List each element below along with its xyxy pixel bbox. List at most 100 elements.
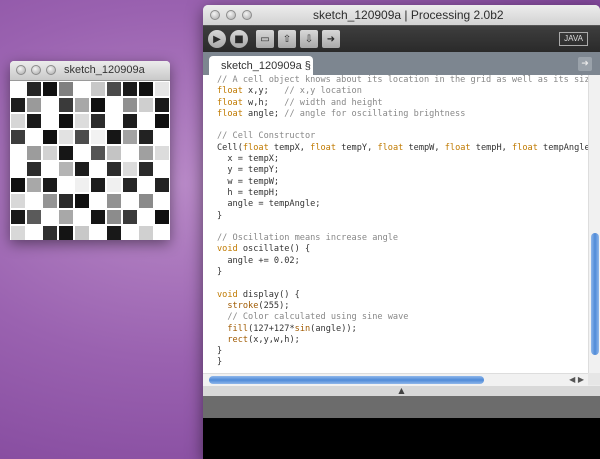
grid-cell: [74, 177, 90, 193]
code-line[interactable]: void oscillate() {: [203, 244, 588, 255]
export-button[interactable]: ➜: [322, 30, 340, 48]
grid-cell: [58, 209, 74, 225]
sketch-window: sketch_120909a: [10, 61, 170, 240]
scroll-arrows[interactable]: ◀ ▶: [569, 374, 584, 386]
zoom-icon[interactable]: [46, 65, 56, 75]
close-icon[interactable]: [210, 10, 220, 20]
grid-cell: [138, 177, 154, 193]
grid-cell: [74, 225, 90, 240]
scroll-corner: [588, 373, 600, 385]
code-line[interactable]: float w,h; // width and height: [203, 98, 588, 109]
grid-cell: [26, 193, 42, 209]
grid-cell: [154, 161, 170, 177]
grid-cell: [154, 129, 170, 145]
grid-cell: [106, 81, 122, 97]
grid-cell: [138, 129, 154, 145]
grid-cell: [42, 177, 58, 193]
code-editor[interactable]: // A cell object knows about its locatio…: [203, 75, 588, 373]
grid-cell: [10, 161, 26, 177]
stop-button[interactable]: ■: [230, 30, 248, 48]
sketch-titlebar[interactable]: sketch_120909a: [10, 61, 170, 81]
open-button[interactable]: ⇧: [278, 30, 296, 48]
sketch-canvas[interactable]: [10, 81, 170, 240]
code-line[interactable]: // Cell Constructor: [203, 131, 588, 142]
grid-cell: [58, 113, 74, 129]
grid-cell: [58, 161, 74, 177]
save-arrow-icon: ⇩: [304, 33, 314, 45]
scroll-left-icon[interactable]: ◀: [569, 375, 575, 384]
code-line[interactable]: rect(x,y,w,h);: [203, 335, 588, 346]
minimize-icon[interactable]: [226, 10, 236, 20]
grid-cell: [122, 177, 138, 193]
close-icon[interactable]: [16, 65, 26, 75]
code-line[interactable]: angle = tempAngle;: [203, 199, 588, 210]
code-line[interactable]: // Color calculated using sine wave: [203, 312, 588, 323]
code-line[interactable]: float angle; // angle for oscillating br…: [203, 109, 588, 120]
grid-cell: [122, 225, 138, 240]
code-line[interactable]: fill(127+127*sin(angle));: [203, 324, 588, 335]
code-line[interactable]: }: [203, 267, 588, 278]
code-line[interactable]: h = tempH;: [203, 188, 588, 199]
grid-cell: [42, 161, 58, 177]
code-line[interactable]: x = tempX;: [203, 154, 588, 165]
grid-cell: [74, 81, 90, 97]
code-line[interactable]: }: [203, 346, 588, 357]
grid-cell: [42, 145, 58, 161]
console-area[interactable]: [203, 418, 600, 459]
code-line[interactable]: [203, 222, 588, 233]
grid-cell: [138, 113, 154, 129]
arrow-right-icon: ➜: [581, 59, 589, 69]
scroll-right-icon[interactable]: ▶: [578, 375, 584, 384]
save-button[interactable]: ⇩: [300, 30, 318, 48]
grid-cell: [26, 81, 42, 97]
grid-cell: [10, 81, 26, 97]
code-line[interactable]: Cell(float tempX, float tempY, float tem…: [203, 143, 588, 154]
tab-sketch[interactable]: sketch_120909a §: [209, 56, 313, 76]
mode-selector[interactable]: JAVA: [559, 32, 588, 46]
grid-cell: [154, 145, 170, 161]
grid-cell: [26, 225, 42, 240]
grid-cell: [90, 129, 106, 145]
grid-cell: [138, 145, 154, 161]
tab-menu-button[interactable]: ➜: [578, 57, 592, 71]
code-line[interactable]: }: [203, 211, 588, 222]
run-button[interactable]: ▶: [208, 30, 226, 48]
grid-cell: [154, 97, 170, 113]
code-line[interactable]: stroke(255);: [203, 301, 588, 312]
horizontal-scrollbar[interactable]: ◀ ▶: [203, 373, 588, 386]
code-line[interactable]: [203, 120, 588, 131]
grid-cell: [42, 81, 58, 97]
grid-cell: [42, 97, 58, 113]
horizontal-scroll-thumb[interactable]: [209, 376, 484, 384]
message-area: [203, 396, 600, 418]
code-line[interactable]: }: [203, 357, 588, 368]
console-splitter[interactable]: ▲: [203, 386, 600, 396]
grid-cell: [26, 97, 42, 113]
new-button[interactable]: ▭: [256, 30, 274, 48]
grid-cell: [90, 177, 106, 193]
code-line[interactable]: // A cell object knows about its locatio…: [203, 75, 588, 86]
grid-cell: [42, 113, 58, 129]
zoom-icon[interactable]: [242, 10, 252, 20]
grid-cell: [10, 193, 26, 209]
new-file-icon: ▭: [260, 33, 270, 45]
code-line[interactable]: y = tempY;: [203, 165, 588, 176]
grid-cell: [90, 209, 106, 225]
code-line[interactable]: angle += 0.02;: [203, 256, 588, 267]
code-line[interactable]: w = tempW;: [203, 177, 588, 188]
code-line[interactable]: // Oscillation means increase angle: [203, 233, 588, 244]
grid-cell: [26, 177, 42, 193]
code-line[interactable]: [203, 278, 588, 289]
vertical-scroll-thumb[interactable]: [591, 233, 599, 355]
ide-titlebar[interactable]: sketch_120909a | Processing 2.0b2: [203, 5, 600, 25]
code-line[interactable]: void display() {: [203, 290, 588, 301]
code-line[interactable]: float x,y; // x,y location: [203, 86, 588, 97]
grid-cell: [122, 113, 138, 129]
minimize-icon[interactable]: [31, 65, 41, 75]
grid-cell: [10, 145, 26, 161]
window-controls: [210, 10, 252, 20]
ide-window-title: sketch_120909a | Processing 2.0b2: [313, 8, 504, 22]
vertical-scrollbar[interactable]: [588, 75, 600, 373]
grid-cell: [90, 161, 106, 177]
play-icon: ▶: [213, 33, 221, 45]
